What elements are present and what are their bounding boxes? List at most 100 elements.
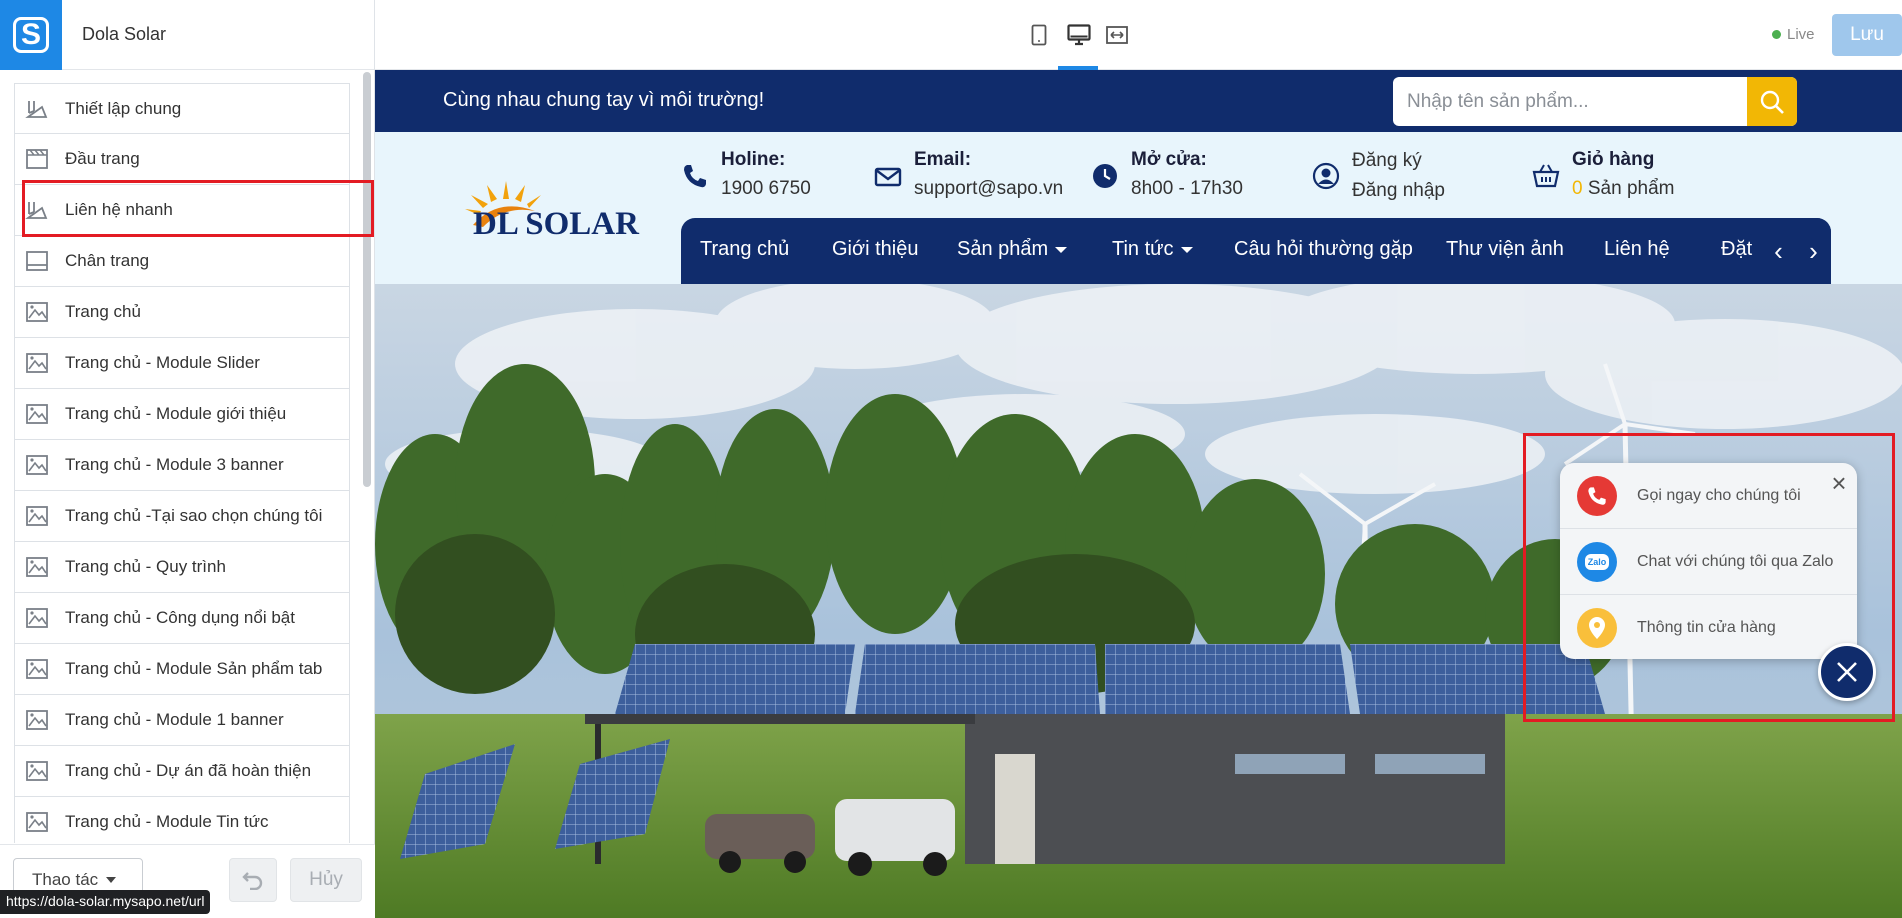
nav-products-label: Sản phẩm [957, 238, 1049, 260]
user-icon [1312, 162, 1340, 190]
highlight-box-quick-contact [22, 180, 374, 237]
sidebar-item-label: Trang chủ - Module Slider [65, 353, 260, 372]
sidebar-item[interactable]: Chân trang [14, 236, 350, 287]
nav-scroll-arrows: ‹ › [1761, 218, 1831, 284]
site-logo[interactable]: DL SOLAR [443, 177, 643, 247]
search-input[interactable] [1393, 77, 1781, 126]
sidebar-item-label: Trang chủ - Module giới thiệu [65, 404, 287, 423]
cart-block[interactable]: Giỏ hàng 0 Sản phẩm [1532, 146, 1674, 204]
nav-order[interactable]: Đặt [1721, 238, 1752, 261]
editor-topbar: Live Lưu [375, 0, 1902, 70]
sidebar-item[interactable]: Thiết lập chung [14, 83, 350, 134]
cart-unit: Sản phẩm [1587, 178, 1675, 199]
sidebar-item-label: Đầu trang [65, 149, 140, 168]
nav-faq[interactable]: Câu hỏi thường gặp [1234, 238, 1413, 261]
undo-button[interactable] [229, 858, 277, 902]
sidebar-item[interactable]: Trang chủ - Quy trình [14, 542, 350, 593]
sidebar-item[interactable]: Trang chủ -Tại sao chọn chúng tôi [14, 491, 350, 542]
cart-icon [1532, 164, 1560, 188]
nav-contact[interactable]: Liên hệ [1604, 238, 1670, 261]
site-topbar: Cùng nhau chung tay vì môi trường! [375, 70, 1902, 132]
live-dot-icon [1772, 30, 1781, 39]
caret-down-icon [1055, 246, 1068, 253]
sidebar-item-label: Trang chủ - Module 1 banner [65, 710, 284, 729]
hotline-title: Holine: [721, 149, 786, 170]
nav-gallery[interactable]: Thư viện ảnh [1446, 238, 1564, 261]
caret-down-icon [1180, 246, 1193, 253]
email-title: Email: [914, 149, 972, 170]
sidebar-item[interactable]: Trang chủ - Module giới thiệu [14, 389, 350, 440]
highlight-box-contact-widget [1523, 433, 1895, 722]
page-icon [25, 810, 49, 834]
save-button[interactable]: Lưu [1832, 14, 1902, 56]
site-search [1393, 77, 1797, 126]
search-button[interactable] [1747, 77, 1797, 126]
cancel-button[interactable]: Hủy [290, 858, 362, 902]
status-url: https://dola-solar.mysapo.net/url [0, 890, 211, 914]
chevron-right-icon[interactable]: › [1809, 236, 1818, 267]
page-icon [25, 759, 49, 783]
account-block[interactable]: Đăng ký Đăng nhập [1312, 146, 1445, 206]
sidebar-item[interactable]: Trang chủ - Module Tin tức [14, 797, 350, 843]
login-link[interactable]: Đăng nhập [1352, 176, 1445, 206]
sidebar-item-label: Chân trang [65, 251, 150, 270]
sidebar-item-label: Trang chủ - Module Sản phẩm tab [65, 659, 323, 678]
page-icon [25, 657, 49, 681]
nav-news-label: Tin tức [1112, 238, 1174, 260]
sidebar: S Dola Solar Thiết lập chung Đầu trang Liê… [0, 0, 375, 918]
search-icon [1760, 90, 1784, 114]
register-link[interactable]: Đăng ký [1352, 146, 1445, 176]
sidebar-item[interactable]: Trang chủ - Module Sản phẩm tab [14, 644, 350, 695]
hours-title: Mở cửa: [1131, 149, 1207, 170]
nav-about[interactable]: Giới thiệu [832, 238, 918, 261]
sidebar-item[interactable]: Trang chủ - Module 1 banner [14, 695, 350, 746]
theme-editor: S Dola Solar Thiết lập chung Đầu trang Liê… [0, 0, 1902, 918]
cart-title: Giỏ hàng [1572, 149, 1655, 170]
sidebar-item-label: Trang chủ - Module Tin tức [65, 812, 269, 831]
main-nav: Trang chủ Giới thiệu Sản phẩm Tin tức Câ… [681, 218, 1831, 284]
sidebar-item-label: Thiết lập chung [65, 98, 182, 118]
nav-products[interactable]: Sản phẩm [957, 238, 1068, 261]
email-value: support@sapo.vn [914, 178, 1064, 199]
store-name: Dola Solar [82, 24, 167, 44]
email-block[interactable]: Email: support@sapo.vn [874, 146, 1063, 204]
brand-text: DL SOLAR [473, 206, 640, 242]
page-icon [25, 555, 49, 579]
sidebar-scrollbar[interactable] [363, 72, 371, 487]
mobile-icon[interactable] [1027, 22, 1051, 48]
page-icon [25, 402, 49, 426]
cart-count: 0 [1572, 178, 1583, 199]
live-label: Live [1787, 26, 1815, 43]
hotline-block[interactable]: Holine: 1900 6750 [681, 146, 811, 204]
sidebar-item[interactable]: Trang chủ [14, 287, 350, 338]
sidebar-item[interactable]: Trang chủ - Công dụng nổi bật [14, 593, 350, 644]
mail-icon [874, 167, 902, 187]
undo-icon [242, 872, 263, 890]
sidebar-item[interactable]: Trang chủ - Module 3 banner [14, 440, 350, 491]
live-status: Live [1772, 26, 1815, 43]
nav-news[interactable]: Tin tức [1112, 238, 1193, 261]
page-icon [25, 453, 49, 477]
hours-value: 8h00 - 17h30 [1131, 178, 1243, 199]
hotline-value: 1900 6750 [721, 178, 811, 199]
chevron-left-icon[interactable]: ‹ [1774, 236, 1783, 267]
sidebar-item[interactable]: Đầu trang [14, 134, 350, 185]
settings-brush-icon [25, 97, 49, 121]
page-icon [25, 504, 49, 528]
sidebar-item[interactable]: Trang chủ - Dự án đã hoàn thiện [14, 746, 350, 797]
page-icon [25, 351, 49, 375]
sidebar-item-label: Trang chủ - Module 3 banner [65, 455, 284, 474]
caret-down-icon [106, 877, 117, 883]
sidebar-item-label: Trang chủ - Công dụng nổi bật [65, 608, 295, 627]
phone-icon [684, 165, 706, 188]
nav-home[interactable]: Trang chủ [700, 238, 789, 261]
header-icon [25, 147, 49, 171]
sapo-logo[interactable]: S [0, 0, 62, 70]
sidebar-item-label: Trang chủ -Tại sao chọn chúng tôi [65, 506, 323, 525]
fullwidth-icon[interactable] [1103, 22, 1131, 48]
sidebar-item-label: Trang chủ [65, 302, 141, 321]
desktop-icon[interactable] [1066, 22, 1092, 48]
sidebar-item[interactable]: Trang chủ - Module Slider [14, 338, 350, 389]
clock-icon [1093, 164, 1117, 188]
page-icon [25, 606, 49, 630]
